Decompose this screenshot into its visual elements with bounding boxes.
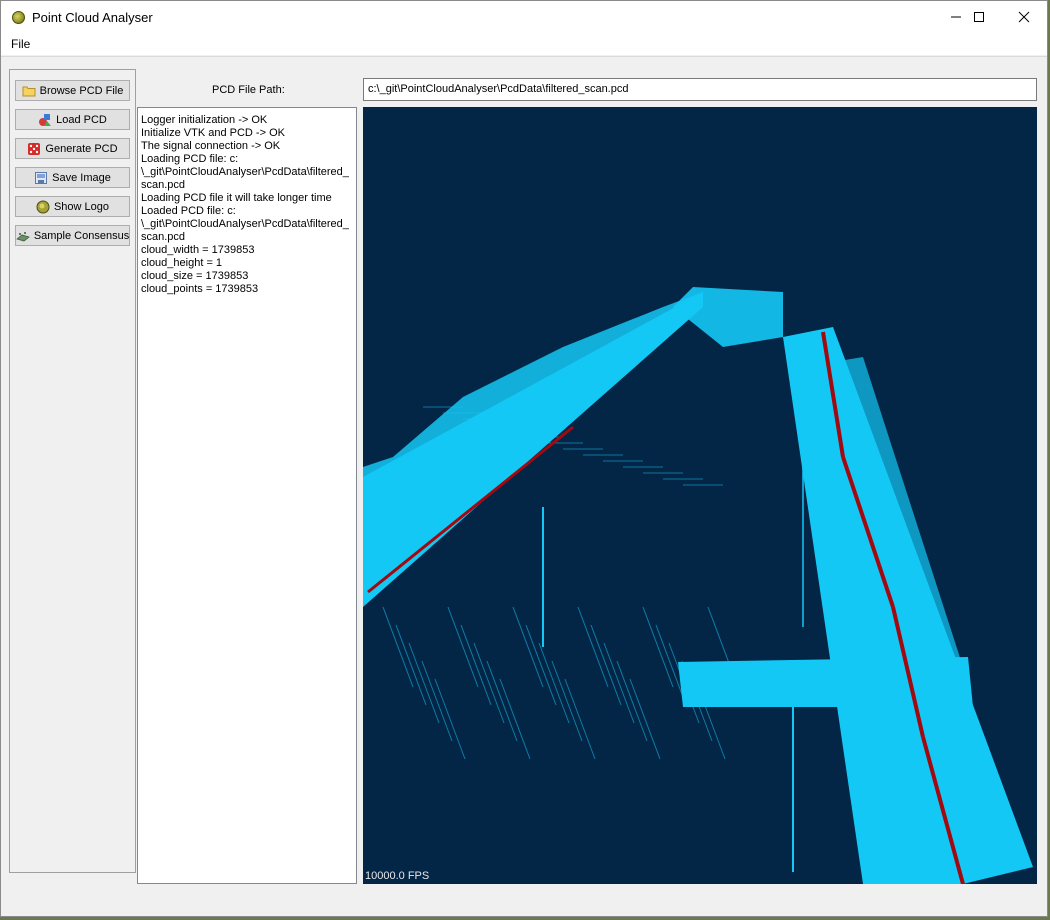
dice-icon: [28, 142, 41, 155]
pcd-path-input[interactable]: c:\_git\PointCloudAnalyser\PcdData\filte…: [363, 78, 1037, 101]
menu-divider: [1, 56, 1047, 57]
log-output[interactable]: Logger initialization -> OK Initialize VT…: [137, 107, 357, 884]
load-pcd-label: Load PCD: [56, 113, 107, 126]
log-line: cloud_points = 1739853: [141, 283, 259, 295]
log-line: Logger initialization -> OK: [141, 114, 268, 126]
browse-pcd-button[interactable]: Browse PCD File: [15, 80, 130, 101]
save-image-label: Save Image: [52, 171, 111, 184]
log-line: Loading PCD file it will take longer tim…: [141, 192, 332, 204]
menu-bar: File: [1, 33, 1047, 55]
browse-pcd-label: Browse PCD File: [39, 84, 124, 97]
floor-scatter-points: [434, 678, 466, 760]
floor-scatter-points: [421, 660, 453, 742]
app-logo-icon: [12, 11, 25, 24]
show-logo-button[interactable]: Show Logo: [15, 196, 130, 217]
floor-scatter-points: [564, 678, 596, 760]
plane-fit-icon: [15, 231, 30, 241]
far-structure-points: [673, 287, 783, 347]
point-cloud-render: [363, 287, 1033, 884]
image-save-icon: [35, 171, 48, 184]
floor-scatter-points: [642, 606, 674, 688]
floor-scatter-points: [551, 660, 583, 742]
load-pcd-button[interactable]: Load PCD: [15, 109, 130, 130]
maximize-button[interactable]: [956, 1, 1002, 33]
horizontal-beam-points: [678, 657, 973, 707]
point-cloud-viewer[interactable]: 10000.0 FPS: [363, 107, 1037, 884]
folder-icon: [22, 86, 36, 96]
floor-scatter-points: [525, 624, 557, 706]
left-wall-top-points: [363, 292, 703, 527]
floor-scatter-points: [499, 678, 531, 760]
log-line: The signal connection -> OK: [141, 140, 281, 152]
generate-pcd-label: Generate PCD: [45, 142, 118, 155]
maximize-icon: [974, 12, 984, 22]
log-line: Loaded PCD file: c: \_git\PointCloudAnal…: [141, 205, 349, 243]
floor-scatter-points: [447, 606, 479, 688]
generate-pcd-button[interactable]: Generate PCD: [15, 138, 130, 159]
floor-scatter-points: [382, 606, 414, 688]
floor-scatter-points: [577, 606, 609, 688]
log-line: cloud_height = 1: [141, 257, 223, 269]
log-line: Initialize VTK and PCD -> OK: [141, 127, 285, 139]
floor-scatter-points: [603, 642, 635, 724]
floor-scatter-points: [616, 660, 648, 742]
floor-scatter-points: [590, 624, 622, 706]
floor-scatter-points: [395, 624, 427, 706]
window-title: Point Cloud Analyser: [32, 10, 153, 25]
close-button[interactable]: [1001, 1, 1047, 33]
floor-scatter-points: [473, 642, 505, 724]
toolbar-panel: Browse PCD File Load PCD Generate PCD Sa…: [9, 69, 136, 873]
title-bar: Point Cloud Analyser: [1, 1, 1047, 33]
sample-consensus-button[interactable]: Sample Consensus: [15, 225, 130, 246]
floor-scatter-points: [486, 660, 518, 742]
pcd-path-label: PCD File Path:: [212, 84, 285, 96]
floor-scatter-points: [629, 678, 661, 760]
logo-icon: [36, 200, 50, 213]
sample-consensus-label: Sample Consensus: [33, 229, 130, 242]
main-window: Point Cloud Analyser File Browse PCD Fil…: [0, 0, 1048, 917]
floor-scatter-points: [512, 606, 544, 688]
close-icon: [1018, 11, 1030, 23]
save-image-button[interactable]: Save Image: [15, 167, 130, 188]
show-logo-label: Show Logo: [53, 200, 110, 213]
log-line: cloud_size = 1739853: [141, 270, 249, 282]
floor-scatter-points: [538, 642, 570, 724]
menu-file[interactable]: File: [11, 37, 30, 51]
shapes-icon: [39, 113, 52, 126]
log-line: Loading PCD file: c: \_git\PointCloudAna…: [141, 153, 349, 191]
fps-counter: 10000.0 FPS: [365, 870, 430, 882]
floor-scatter-points: [408, 642, 440, 724]
log-line: cloud_width = 1739853: [141, 244, 255, 256]
floor-scatter-points: [460, 624, 492, 706]
